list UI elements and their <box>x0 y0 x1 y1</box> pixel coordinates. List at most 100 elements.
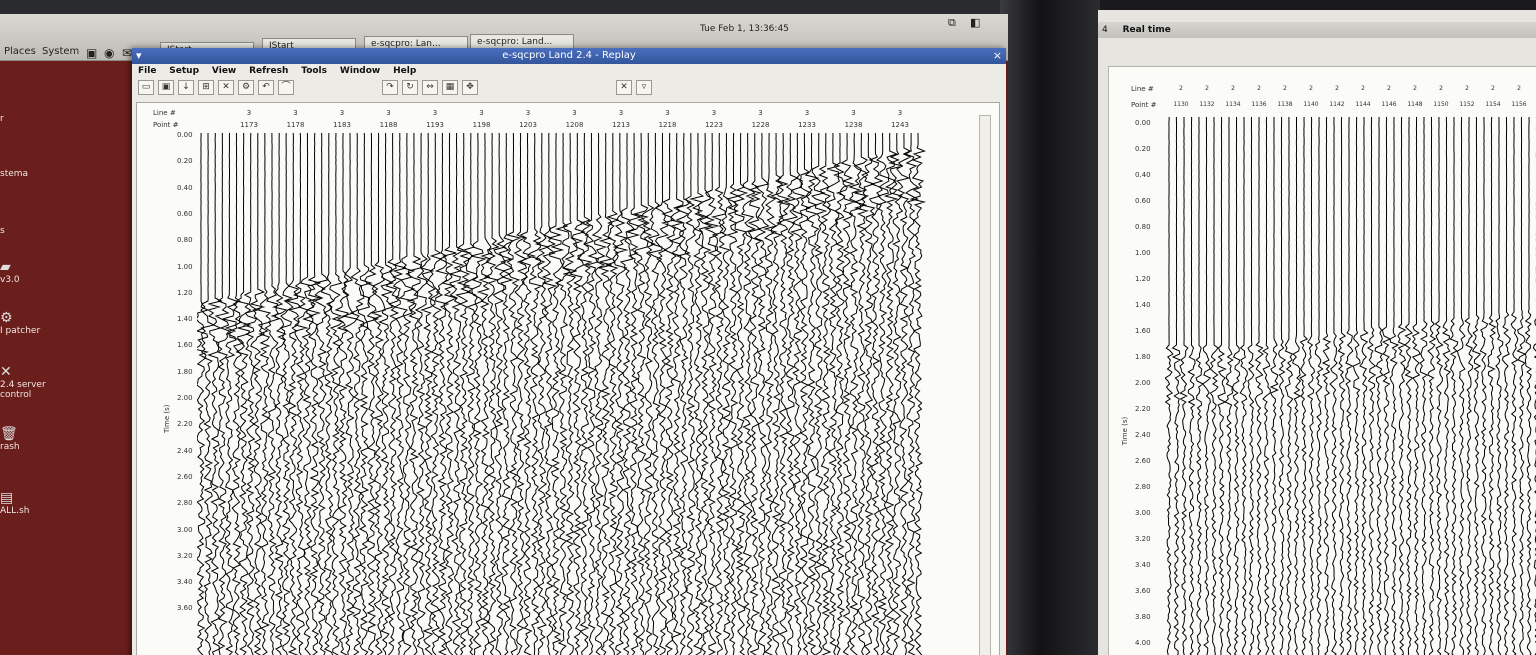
rt-line-value: 2 <box>1517 85 1521 92</box>
hdr-line-value: 3 <box>479 109 484 117</box>
seismic-trace <box>763 133 778 655</box>
fit-icon[interactable]: ⇔ <box>422 79 438 95</box>
window-menu-icon[interactable]: ▾ <box>136 48 142 64</box>
seismic-trace <box>1510 117 1519 655</box>
right-time-tick: 2.60 <box>1135 457 1151 465</box>
seismic-trace <box>1427 117 1437 655</box>
seismic-trace <box>505 133 522 655</box>
desktop-icon-7[interactable]: 🗑 rash <box>0 426 60 452</box>
open-icon[interactable]: ▭ <box>138 79 154 95</box>
panel-clock: Tue Feb 1, 13:36:45 <box>700 24 789 34</box>
menu-tools[interactable]: Tools <box>301 66 327 76</box>
left-time-tick: 2.20 <box>177 420 193 429</box>
rt-point-value: 1132 <box>1199 101 1215 108</box>
seismic-trace <box>1195 117 1204 655</box>
hdr-line-value: 3 <box>293 109 298 117</box>
filter-icon[interactable]: ▿ <box>636 79 652 95</box>
rt-seismic-traces[interactable] <box>1165 117 1536 655</box>
seismic-traces[interactable] <box>197 133 937 655</box>
menu-file[interactable]: File <box>138 66 156 76</box>
left-time-tick: 1.80 <box>177 367 193 376</box>
sqcpro-window: ▾ e-sqcpro Land 2.4 - Replay × File Setu… <box>132 48 1006 655</box>
system-menu[interactable]: System <box>42 46 79 57</box>
left-time-tick: 0.00 <box>177 131 193 139</box>
left-time-tick: 1.20 <box>177 288 193 297</box>
desktop-icon-2[interactable]: stema <box>0 169 60 179</box>
seismic-trace <box>848 133 862 655</box>
menu-window[interactable]: Window <box>340 66 380 76</box>
seismic-trace <box>1209 117 1219 655</box>
desktop-icon-5[interactable]: ⚙ I patcher <box>0 310 60 336</box>
right-time-tick: 3.40 <box>1135 561 1151 569</box>
close-icon[interactable]: × <box>993 48 1002 64</box>
rt-line-value: 2 <box>1439 85 1443 92</box>
seismic-trace <box>1352 117 1361 655</box>
cross-icon[interactable]: ✕ <box>218 79 234 95</box>
trash-icon: 🗑 <box>0 426 18 442</box>
seismic-trace <box>1516 117 1527 655</box>
desktop-icon-4[interactable]: ▰ v3.0 <box>0 259 60 285</box>
realtime-plot-panel[interactable]: Line # Point # 2 2 2 2 2 2 2 2 2 2 2 2 2 2 1130 1132 113… <box>1108 66 1536 655</box>
seismic-trace <box>264 133 280 655</box>
vertical-scrollbar[interactable] <box>979 115 991 655</box>
hdr-point-value: 1203 <box>519 121 537 129</box>
right-time-tick: 2.80 <box>1135 483 1151 491</box>
right-time-tick: 2.20 <box>1135 405 1151 413</box>
places-menu[interactable]: Places <box>4 46 36 57</box>
right-time-tick: 1.40 <box>1135 301 1151 309</box>
script-icon: ▤ <box>0 490 14 506</box>
cancel-icon[interactable]: ✕ <box>616 79 632 95</box>
menu-help[interactable]: Help <box>393 66 416 76</box>
right-time-tick: 3.00 <box>1135 509 1151 517</box>
volume-icon[interactable]: ◧ <box>970 16 980 29</box>
network-icon[interactable]: ⧉ <box>948 16 956 30</box>
left-time-tick: 1.40 <box>177 315 193 324</box>
down-arrow-icon[interactable]: ↓ <box>178 79 194 95</box>
seismic-trace <box>883 133 899 655</box>
refresh-icon[interactable]: ↻ <box>402 79 418 95</box>
browser-icon[interactable]: ◉ <box>104 46 114 60</box>
grid-icon[interactable]: ▦ <box>442 79 458 95</box>
desktop-icon-6[interactable]: ✕ 2.4 server control <box>0 364 54 400</box>
hdr-point-value: 1208 <box>565 121 584 129</box>
seismic-trace <box>1374 117 1384 655</box>
rt-line-value: 2 <box>1283 85 1287 92</box>
undo-icon[interactable]: ↶ <box>258 79 274 95</box>
seismic-plot-panel[interactable]: Line # Point # 3 3 3 3 3 3 3 3 3 3 3 3 3 3 3 1173 1178 11… <box>136 102 1000 655</box>
rt-point-value: 1156 <box>1511 101 1527 108</box>
left-time-tick: 1.60 <box>177 341 193 350</box>
desktop-icon-8[interactable]: ▤ ALL.sh <box>0 490 60 516</box>
zoom-icon[interactable]: ⊞ <box>198 79 214 95</box>
patcher-icon: ⚙ <box>0 310 13 326</box>
seismic-trace <box>1359 117 1369 655</box>
seismic-trace <box>1501 117 1511 655</box>
mail-icon[interactable]: ✉ <box>122 46 132 60</box>
seismic-trace <box>1434 117 1444 655</box>
seismic-trace <box>413 133 428 655</box>
left-time-tick: 0.40 <box>177 183 193 192</box>
seismic-trace <box>1419 117 1429 655</box>
right-time-tick: 2.00 <box>1135 379 1151 387</box>
save-icon[interactable]: ▣ <box>158 79 174 95</box>
hdr-line-value: 3 <box>897 109 903 117</box>
seismic-trace <box>1464 117 1474 655</box>
seismic-trace <box>1224 117 1234 655</box>
menu-bar: File Setup View Refresh Tools Window Hel… <box>132 64 1006 78</box>
terminal-icon[interactable]: ▣ <box>86 46 97 60</box>
settings-icon[interactable]: ⚙ <box>238 79 254 95</box>
menu-view[interactable]: View <box>212 66 236 76</box>
hdr-line-value: 3 <box>804 109 810 117</box>
redo-icon[interactable]: ↷ <box>382 79 398 95</box>
menu-refresh[interactable]: Refresh <box>249 66 288 76</box>
rt-line-value: 2 <box>1205 85 1209 92</box>
seismic-trace <box>513 133 529 655</box>
draw-icon[interactable]: ⌒ <box>278 79 294 95</box>
seismic-trace <box>547 133 565 655</box>
rt-point-value: 1146 <box>1381 101 1397 108</box>
pan-icon[interactable]: ✥ <box>462 79 478 95</box>
menu-setup[interactable]: Setup <box>169 66 199 76</box>
desktop-icon-1[interactable]: r <box>0 114 60 124</box>
seismic-trace <box>1457 117 1466 655</box>
desktop-icon-3[interactable]: s <box>0 226 60 236</box>
hdr-point-value: 1198 <box>472 121 491 129</box>
